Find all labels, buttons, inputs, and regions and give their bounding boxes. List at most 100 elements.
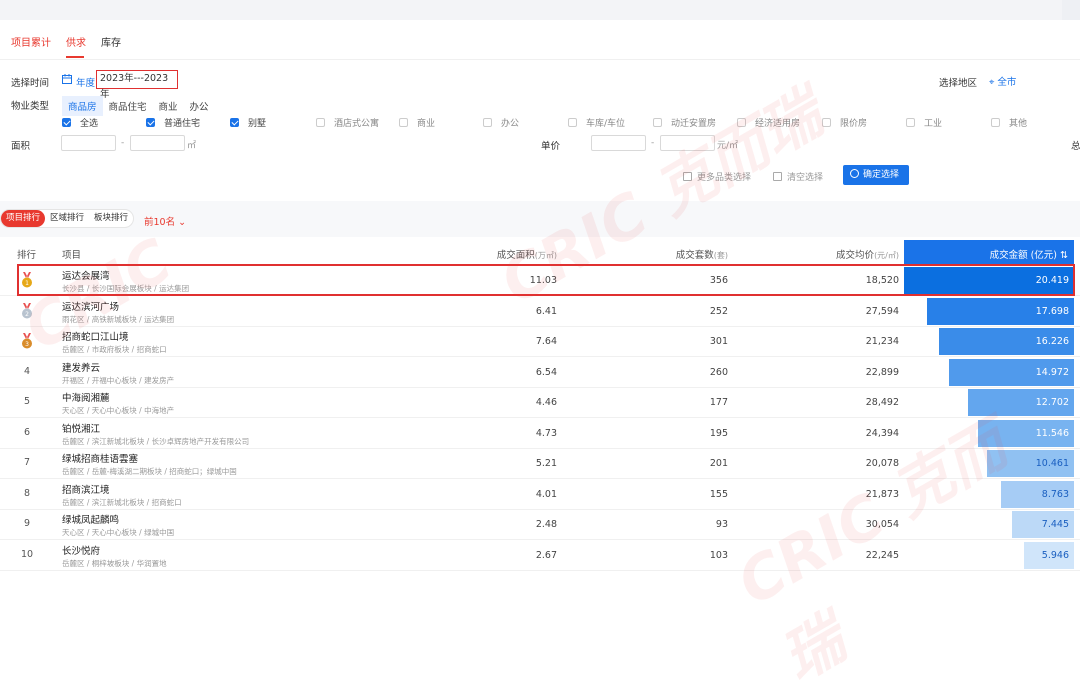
year-mode-label[interactable]: 年度 [76,75,95,89]
price-max-input[interactable] [660,135,715,151]
tab-supply-demand[interactable]: 供求 [66,34,86,49]
region-label: 选择地区 [939,78,978,89]
medal-icon: 3 [22,333,32,349]
project-name[interactable]: 绿城凤起麟鸣 [62,512,119,526]
rank-number: 5 [23,396,31,407]
col-amount[interactable]: 成交金额 (亿元) ⇅ [904,240,1074,264]
price-value: 24,394 [865,427,899,439]
price-min-input[interactable] [591,135,646,151]
checkbox-empty-icon [906,118,915,127]
tab-inventory[interactable]: 库存 [101,34,121,49]
area-min-input[interactable] [61,135,116,151]
amount-value: 17.698 [1035,305,1069,317]
project-meta: 岳麓区 / 滨江新城北板块 / 招商蛇口 [62,497,182,507]
subtype-checkbox[interactable]: 普通住宅 [146,116,200,129]
subtype-checkbox[interactable]: 其他 [991,116,1027,129]
top-n-dropdown[interactable]: 前10名 ⌄ [144,214,186,228]
subtype-checkbox[interactable]: 限价房 [822,116,867,129]
subtype-checkbox[interactable]: 别墅 [230,116,266,129]
price-value: 30,054 [865,519,899,530]
region-selector[interactable]: ⌖ 全市 [989,74,1016,88]
confirm-selection-button[interactable]: 确定选择 [843,165,909,185]
sort-icon: ⇅ [1060,250,1068,261]
checkbox-empty-icon [316,118,325,127]
project-name[interactable]: 铂悦湘江 [62,421,100,435]
table-row[interactable]: 6 铂悦湘江 岳麓区 / 滨江新城北板块 / 长沙卓辉房地产开发有限公司 4.73… [0,418,1080,449]
table-row[interactable]: 5 中海阅湘麓 天心区 / 天心中心板块 / 中海地产 4.46 177 28,4… [0,387,1080,418]
area-value: 4.01 [535,488,557,500]
table-row[interactable]: 4 建发养云 开福区 / 开福中心板块 / 建发房产 6.54 260 22,89… [0,357,1080,388]
top-strip [0,0,1080,20]
subtype-label: 别墅 [248,119,267,129]
project-name[interactable]: 建发养云 [62,360,100,374]
checkbox-empty-icon [653,118,662,127]
amount-bar: 16.226 [939,328,1074,355]
area-label: 面积 [11,141,31,152]
trash-icon [773,172,782,181]
project-meta: 天心区 / 天心中心板块 / 绿城中国 [62,528,175,537]
project-name[interactable]: 招商滨江境 [62,482,110,496]
calendar-icon [62,74,72,87]
check-circle-icon [850,169,859,178]
more-types-button[interactable]: 更多品类选择 [683,170,751,183]
area-value: 5.21 [535,458,557,469]
price-value: 20,078 [865,458,899,469]
mode-project-ranking[interactable]: 项目排行 [1,210,46,227]
price-label: 单价 [541,141,561,152]
project-name[interactable]: 运达滨河广场 [62,299,119,313]
table-row[interactable]: 7 绿城招商桂语雲塞 岳麓区 / 岳麓-梅溪湖二期板块 / 招商蛇口；绿城中国 5… [0,448,1080,479]
date-range-selector[interactable]: 2023年---2023年 [96,70,178,100]
mode-block-ranking[interactable]: 板块排行 [89,210,133,227]
grid-icon [683,172,692,181]
chevron-down-icon: ⌄ [178,217,187,228]
location-pin-icon: ⌖ [989,77,995,88]
col-sets[interactable]: 成交套数(套) [676,247,728,261]
clear-selection-button[interactable]: 清空选择 [773,170,823,183]
sets-value: 177 [709,397,728,408]
subtype-checkbox[interactable]: 全选 [62,116,98,129]
project-name[interactable]: 绿城招商桂语雲塞 [62,451,138,465]
ptype-residential[interactable]: 商品住宅 [103,96,153,116]
ptype-business[interactable]: 商业 [153,96,184,116]
tab-project-total[interactable]: 项目累计 [11,34,51,49]
mode-region-ranking[interactable]: 区域排行 [45,210,89,227]
area-value: 6.54 [535,366,557,378]
table-row[interactable]: 2 运达滨河广场 雨花区 / 高铁新城板块 / 运达集团 6.41 252 27,… [0,296,1080,327]
subtype-checkbox[interactable]: 动迁安置房 [653,116,716,129]
project-name[interactable]: 长沙悦府 [62,543,100,557]
area-value: 7.64 [535,336,557,347]
amount-value: 14.972 [1035,366,1069,378]
checkbox-checked-icon [146,118,155,127]
subtype-checkbox[interactable]: 经济适用房 [737,116,800,129]
area-value: 6.41 [535,305,557,317]
amount-value: 12.702 [1035,397,1069,408]
project-name[interactable]: 招商蛇口江山境 [62,329,129,343]
svg-text:3: 3 [25,341,29,348]
area-max-input[interactable] [130,135,185,151]
price-value: 21,234 [865,336,899,347]
subtype-checkbox[interactable]: 车库/车位 [568,116,625,129]
project-meta: 岳麓区 / 岳麓-梅溪湖二期板块 / 招商蛇口；绿城中国 [62,467,237,476]
subtype-checkbox[interactable]: 办公 [483,116,519,129]
table-row[interactable]: 10 长沙悦府 岳麓区 / 桐梓坡板块 / 华润置地 2.67 103 22,24… [0,540,1080,571]
subtype-checkbox[interactable]: 商业 [399,116,435,129]
project-meta: 岳麓区 / 滨江新城北板块 / 长沙卓辉房地产开发有限公司 [62,436,250,446]
ptype-commercial-housing[interactable]: 商品房 [62,96,103,116]
col-price[interactable]: 成交均价(元/㎡) [836,247,899,261]
rank-number: 9 [23,518,31,529]
area-value: 4.73 [535,427,557,439]
col-area[interactable]: 成交面积(万㎡) [497,247,557,261]
area-value: 2.67 [535,549,557,561]
ptype-office[interactable]: 办公 [184,96,215,116]
sets-value: 252 [709,305,728,317]
subtype-label: 普通住宅 [164,119,201,129]
sets-value: 93 [715,519,728,530]
subtype-checkbox[interactable]: 酒店式公寓 [316,116,379,129]
property-type-options: 商品房 商品住宅 商业 办公 [62,96,215,116]
project-name[interactable]: 中海阅湘麓 [62,390,110,404]
table-row[interactable]: 8 招商滨江境 岳麓区 / 滨江新城北板块 / 招商蛇口 4.01 155 21,… [0,479,1080,510]
table-row[interactable]: 9 绿城凤起麟鸣 天心区 / 天心中心板块 / 绿城中国 2.48 93 30,0… [0,509,1080,540]
table-row[interactable]: 3 招商蛇口江山境 岳麓区 / 市政府板块 / 招商蛇口 7.64 301 21,… [0,326,1080,357]
subtype-checkbox[interactable]: 工业 [906,116,942,129]
top-n-label: 前10名 [144,217,176,228]
